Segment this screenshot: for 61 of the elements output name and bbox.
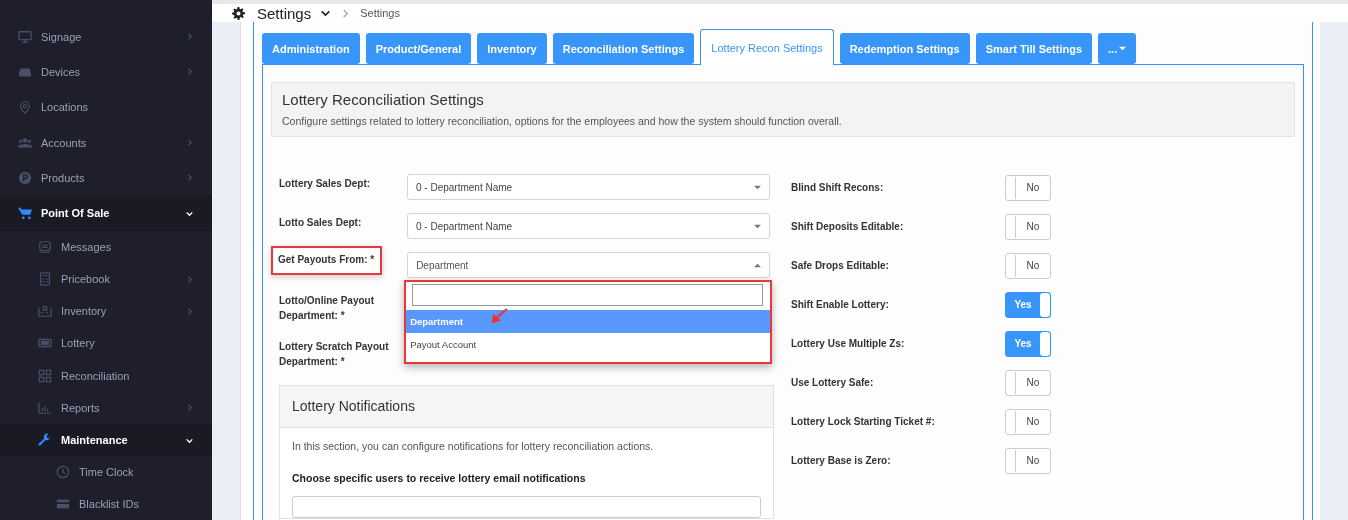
calculator-icon [38, 272, 52, 287]
dropdown-option[interactable]: Payout Account [406, 333, 771, 356]
toggle-switch[interactable]: No [1005, 252, 1051, 279]
toggle-switch[interactable]: No [1005, 174, 1051, 201]
sidebar-item[interactable]: Time Clock [0, 456, 212, 489]
message-icon [38, 239, 52, 254]
sidebar-item[interactable]: Reconciliation [0, 359, 212, 392]
sidebar-item[interactable]: Accounts [0, 124, 212, 161]
sidebar-item[interactable]: Inventory [0, 295, 212, 328]
people-icon [18, 135, 32, 150]
p-circle-icon [18, 170, 32, 185]
sidebar-item[interactable]: Blacklist IDs [0, 488, 212, 520]
section-title: Lottery Reconciliation Settings [282, 91, 485, 108]
monitor-icon [18, 29, 32, 44]
grid-icon [38, 368, 52, 383]
sidebar-item[interactable]: Point Of Sale [0, 195, 212, 231]
toggle-switch[interactable]: No [1005, 447, 1051, 474]
field-label: Lotto Sales Dept: [279, 216, 363, 230]
toggle-switch[interactable]: No [1005, 369, 1051, 396]
sidebar-item[interactable]: Devices [0, 54, 212, 90]
clock-icon [56, 465, 70, 480]
box-icon [38, 304, 52, 319]
setting-label: Use Lottery Safe: [791, 377, 875, 388]
sidebar-item[interactable]: Signage [0, 19, 212, 55]
select-field[interactable]: 0 - Department Name [407, 213, 770, 239]
section-description: Configure settings related to lottery reconciliation, options for the employees and how the system should function overall. [282, 115, 843, 127]
toggle-switch[interactable]: No [1005, 213, 1051, 240]
card-title: Lottery Notifications [292, 398, 415, 414]
breadcrumb[interactable]: Settings [360, 7, 400, 19]
sidebar-item[interactable]: Messages [0, 230, 212, 263]
settings-icon [232, 6, 245, 20]
cart-icon [18, 206, 32, 221]
search-field[interactable] [412, 284, 764, 306]
sidebar-item[interactable]: Locations [0, 89, 212, 125]
setting-label: Blind Shift Recons: [791, 182, 885, 193]
sidebar-item[interactable]: Pricebook [0, 262, 212, 296]
sidebar-item[interactable]: Products [0, 160, 212, 196]
field-label: Choose specific users to receive lottery email notifications [292, 472, 587, 484]
setting-label: Lottery Base is Zero: [791, 455, 892, 466]
field-label: Lottery Sales Dept: [279, 177, 372, 191]
field-label: Lotto/Online Payout Department: * [279, 294, 375, 323]
field-label: Get Payouts From: * [271, 246, 383, 275]
card-description: In this section, you can configure notifications for lottery reconciliation actions. [292, 440, 655, 452]
toggle-switch[interactable]: No [1005, 408, 1051, 435]
page-title: Settings [257, 4, 312, 22]
setting-label: Shift Enable Lottery: [791, 299, 890, 310]
setting-label: Lottery Lock Starting Ticket #: [791, 416, 936, 427]
setting-label: Shift Deposits Editable: [791, 221, 905, 232]
select-field[interactable]: 0 - Department Name [407, 174, 770, 200]
setting-label: Lottery Use Multiple Zs: [791, 338, 906, 349]
caret-down-icon [1119, 45, 1127, 52]
bar-chart-icon [38, 400, 52, 415]
location-pin-icon [18, 100, 32, 115]
setting-label: Safe Drops Editable: [791, 260, 890, 271]
sidebar-item[interactable]: Maintenance [0, 423, 212, 457]
users-field[interactable] [292, 496, 761, 518]
wrench-icon [38, 433, 52, 447]
field-label: Lottery Scratch Payout Department: * [279, 340, 390, 369]
sidebar-item[interactable]: Reports [0, 391, 212, 424]
chevron-right-icon [341, 8, 351, 18]
sidebar-item[interactable]: Lottery [0, 327, 212, 360]
